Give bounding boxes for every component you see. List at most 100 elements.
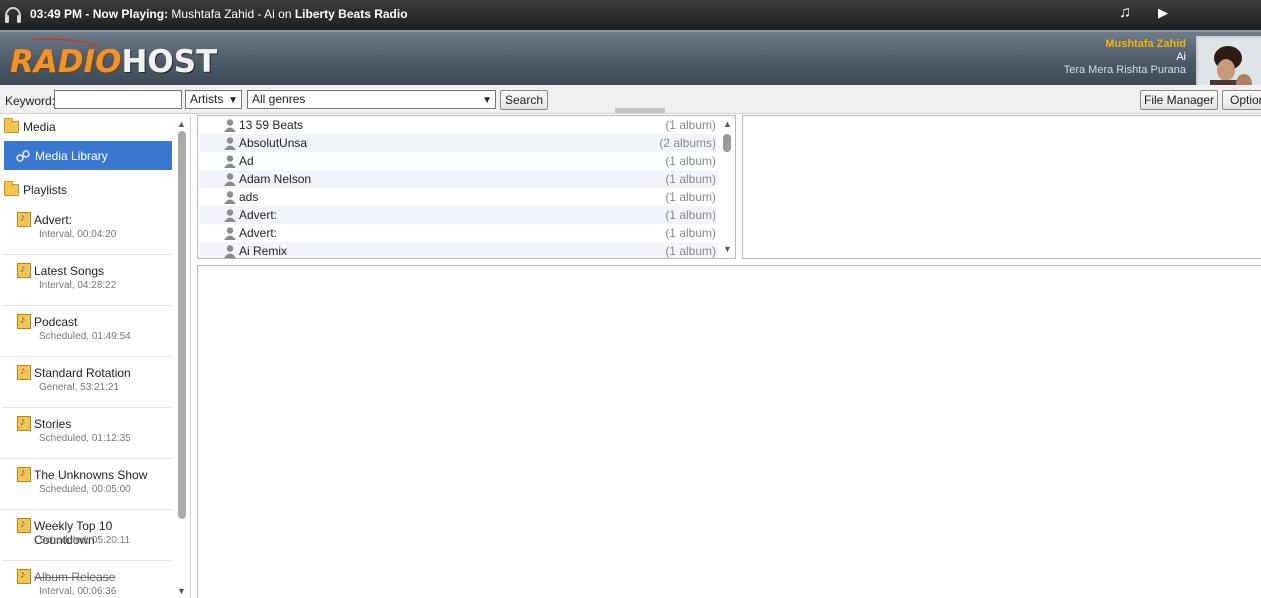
user-icon — [224, 245, 236, 258]
playlist-item[interactable]: Weekly Top 10 Countdown Scheduled, 05:20… — [2, 510, 172, 561]
artist-name: Advert: — [239, 208, 278, 222]
playlist-item[interactable]: Podcast Scheduled, 01:49:54 — [2, 306, 172, 357]
playlist-name: Album Release — [34, 570, 116, 584]
scrollbar-thumb[interactable] — [723, 134, 731, 152]
playlists-label: Playlists — [23, 183, 68, 197]
music-note-icon[interactable]: ♫ — [1119, 4, 1131, 22]
header: RADIOHOST Mushtafa Zahid Ai Tera Mera Ri… — [0, 30, 1261, 104]
artist-row[interactable]: ads (1 album) — [199, 188, 718, 206]
playlist-name: Advert: — [34, 213, 73, 227]
current-album: Tera Mera Rishta Purana — [1063, 64, 1186, 76]
keyword-input[interactable] — [54, 90, 182, 109]
file-manager-button[interactable]: File Manager — [1140, 90, 1218, 110]
sidebar-scrollbar[interactable]: ▲ ▼ — [175, 116, 189, 598]
keyword-label: Keyword: — [5, 94, 56, 108]
type-select[interactable]: Artists ▼ — [185, 90, 242, 109]
on-label: on — [278, 7, 292, 21]
now-playing-info: Mushtafa Zahid Ai Tera Mera Rishta Puran… — [1064, 38, 1186, 77]
playlist-item[interactable]: Latest Songs Interval, 04:28:22 — [2, 255, 172, 306]
radiohost-logo: RADIOHOST — [10, 38, 217, 80]
playlist-icon — [17, 263, 31, 278]
scrollbar-thumb[interactable] — [178, 131, 186, 519]
genre-select[interactable]: All genres ▼ — [247, 90, 496, 109]
splitter-handle[interactable] — [615, 108, 665, 113]
playlist-item[interactable]: Advert: Interval, 00:04:20 — [2, 204, 172, 255]
playlist-item-disabled[interactable]: Album Release Interval, 00:06:36 — [2, 561, 172, 598]
scroll-up-icon[interactable]: ▲ — [177, 119, 186, 129]
playlist-icon — [17, 467, 31, 482]
playlists-section-header[interactable]: Playlists — [4, 179, 67, 201]
playlist-icon — [17, 569, 31, 584]
album-count: (1 album) — [665, 190, 716, 204]
user-icon — [224, 173, 236, 186]
artist-list-scrollbar[interactable]: ▲ ▼ — [720, 116, 734, 258]
genre-select-value: All genres — [252, 92, 306, 106]
artist-name: Ad — [239, 154, 254, 168]
artist-name: Advert: — [239, 226, 278, 240]
search-button[interactable]: Search — [500, 90, 548, 110]
media-library-label: Media Library — [35, 148, 108, 163]
user-icon — [224, 137, 236, 150]
current-artist: Mushtafa Zahid — [1105, 38, 1186, 50]
scroll-up-icon[interactable]: ▲ — [723, 119, 732, 129]
playlist-name: Standard Rotation — [34, 366, 131, 380]
folder-icon — [4, 118, 19, 133]
artist-name: ads — [239, 190, 259, 204]
now-playing-label: Now Playing: — [92, 7, 169, 21]
artist-list: 13 59 Beats (1 album) AbsolutUnsa (2 alb… — [197, 115, 736, 259]
playlist-name: Podcast — [34, 315, 78, 329]
current-time: 03:49 PM — [30, 7, 83, 21]
artist-row[interactable]: Ai Remix (1 album) — [199, 242, 718, 258]
artist-row[interactable]: 13 59 Beats (1 album) — [199, 116, 718, 134]
user-icon — [224, 209, 236, 222]
media-library-item[interactable]: Media Library — [4, 141, 172, 170]
sidebar: Media Media Library Playlists Advert: In… — [0, 116, 191, 598]
artist-row[interactable]: Advert: (1 album) — [199, 206, 718, 224]
user-icon — [224, 155, 236, 168]
media-label: Media — [23, 120, 56, 134]
type-select-value: Artists — [190, 92, 224, 106]
user-icon — [224, 119, 236, 132]
scroll-down-icon[interactable]: ▼ — [723, 244, 732, 254]
options-button[interactable]: Option — [1222, 90, 1261, 110]
playlist-icon — [17, 416, 31, 431]
search-toolbar: Keyword: Artists ▼ All genres ▼ Search F… — [0, 85, 1261, 114]
artist-row[interactable]: Ad (1 album) — [199, 152, 718, 170]
playlist-icon — [17, 314, 31, 329]
artist-row[interactable]: Adam Nelson (1 album) — [199, 170, 718, 188]
artist-name: Ai Remix — [239, 244, 288, 258]
playlist-meta: General, 53:21:21 — [39, 382, 120, 393]
chevron-down-icon: ▼ — [482, 95, 492, 106]
logo-swoosh — [31, 38, 99, 47]
playlist-item[interactable]: Stories Scheduled, 01:12:35 — [2, 408, 172, 459]
play-icon[interactable]: ▶ — [1158, 5, 1168, 21]
chevron-down-icon: ▼ — [228, 95, 238, 106]
playlist-item[interactable]: Standard Rotation General, 53:21:21 — [2, 357, 172, 408]
scroll-down-icon[interactable]: ▼ — [177, 586, 186, 596]
album-count: (1 album) — [665, 172, 716, 186]
user-icon — [224, 191, 236, 204]
artist-row[interactable]: Advert: (1 album) — [199, 224, 718, 242]
folder-icon — [4, 181, 19, 196]
playlist-name: Stories — [34, 417, 72, 431]
playlist-icon — [17, 212, 31, 227]
album-panel — [742, 115, 1261, 259]
playlist-meta: Scheduled, 00:05:00 — [39, 484, 131, 495]
now-playing-song: Mushtafa Zahid - Ai — [171, 7, 275, 21]
user-icon — [224, 227, 236, 240]
headphones-icon — [5, 7, 21, 23]
playlist-item[interactable]: The Unknowns Show Scheduled, 00:05:00 — [2, 459, 172, 510]
playlist-meta: Scheduled, 01:49:54 — [39, 331, 131, 342]
track-panel — [197, 265, 1261, 598]
playlist-meta: Interval, 00:06:36 — [39, 586, 117, 597]
playlist-meta: Scheduled, 01:12:35 — [39, 433, 131, 444]
playlist-meta: Interval, 04:28:22 — [39, 280, 117, 291]
artist-name: 13 59 Beats — [239, 118, 304, 132]
album-count: (1 album) — [665, 118, 716, 132]
media-section-header[interactable]: Media — [4, 116, 56, 138]
current-title: Ai — [1176, 51, 1186, 63]
artist-row[interactable]: AbsolutUnsa (2 albums) — [199, 134, 718, 152]
now-playing-text: 03:49 PM - Now Playing: Mushtafa Zahid -… — [30, 7, 408, 21]
playlist-icon — [17, 365, 31, 380]
artist-name: AbsolutUnsa — [239, 136, 308, 150]
